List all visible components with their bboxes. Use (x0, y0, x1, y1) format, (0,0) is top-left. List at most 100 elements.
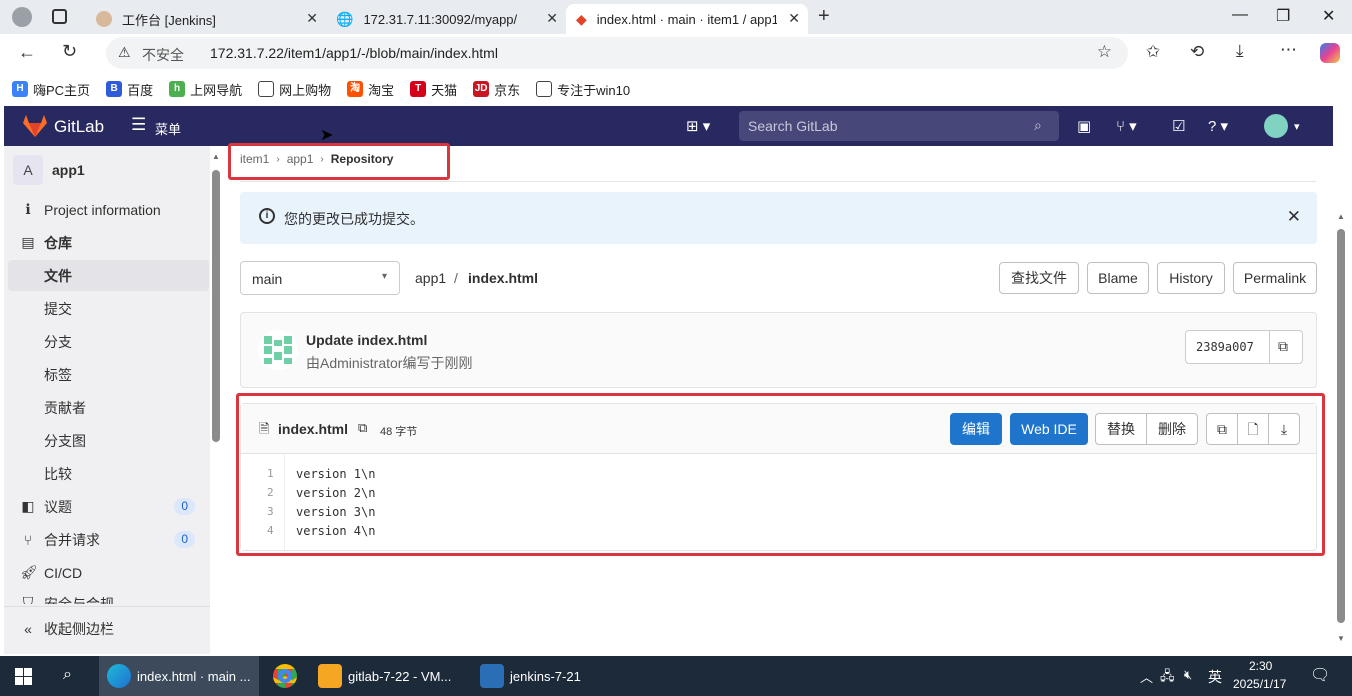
commit-sha[interactable]: 2389a007 (1196, 340, 1254, 354)
sidebar-item-cicd[interactable]: 🚀︎ CI/CD (8, 557, 209, 588)
last-commit-box: Update index.html 由Administrator编写于刚刚 23… (240, 312, 1317, 388)
search-icon[interactable]: ⌕ (63, 666, 72, 684)
warning-icon[interactable]: ⚠ (118, 44, 131, 61)
back-icon[interactable]: ← (18, 42, 36, 63)
bookmark-item[interactable]: h 上网导航 (169, 80, 242, 99)
clock-date[interactable]: 2025/1/17 (1233, 677, 1286, 691)
more-icon[interactable]: ⋯ (1280, 40, 1297, 60)
download-icon[interactable]: ⤓ (1236, 41, 1244, 61)
sidebar-item-compare[interactable]: 比较 (8, 458, 209, 489)
find-file-button[interactable]: 查找文件 (999, 262, 1079, 294)
branch-name: main (252, 271, 283, 287)
merge-requests-header-icon[interactable]: ⑂ ▾ (1116, 117, 1137, 135)
favorites-icon[interactable]: ✩ (1146, 42, 1160, 62)
chevron-down-icon[interactable]: ▾ (1294, 120, 1300, 133)
permalink-button[interactable]: Permalink (1233, 262, 1317, 294)
search-input[interactable]: Search GitLab (739, 111, 1059, 141)
new-item-icon[interactable]: ⊞ ▾ (686, 117, 710, 135)
search-icon[interactable]: ⌕ (1034, 117, 1042, 134)
sidebar-item-graph[interactable]: 分支图 (8, 425, 209, 456)
history-icon[interactable]: ⟲ (1190, 42, 1204, 62)
close-tab-icon[interactable]: ✕ (788, 10, 800, 27)
help-icon[interactable]: ? ▾ (1208, 117, 1228, 135)
sidebar-item-repository[interactable]: ▤ 仓库 (8, 227, 209, 258)
commit-title[interactable]: Update index.html (306, 332, 427, 348)
sidebar-scrollbar[interactable] (212, 170, 220, 442)
menu-button[interactable]: 菜单 (155, 119, 181, 138)
security-label[interactable]: 不安全 (142, 45, 184, 65)
bookmark-item[interactable]: H 嗨PC主页 (12, 80, 90, 99)
sidebar-divider (4, 606, 210, 607)
sidebar-item-issues[interactable]: ◧ 议题 0 (8, 491, 209, 522)
restore-icon[interactable]: ❐ (1276, 6, 1290, 26)
url-text[interactable]: 172.31.7.22/item1/app1/-/blob/main/index… (210, 45, 498, 61)
sidebar-item-branches[interactable]: 分支 (8, 326, 209, 357)
bookmark-item[interactable]: JD 京东 (473, 80, 520, 99)
taskbar: ⌕ index.html · main ... gitlab-7-22 - VM… (0, 656, 1352, 696)
taskbar-edge[interactable]: index.html · main ... (99, 656, 259, 696)
profile-avatar-icon[interactable] (12, 7, 32, 27)
tab-label: 工作台 [Jenkins] (122, 12, 216, 28)
copy-sha-icon[interactable]: ⧉ (1278, 338, 1288, 355)
bookmark-item[interactable]: T 天猫 (410, 80, 457, 99)
success-alert: i 您的更改已成功提交。 ✕ (240, 192, 1317, 244)
url-box[interactable]: ⚠ 不安全 172.31.7.22/item1/app1/-/blob/main… (106, 37, 1128, 69)
notification-icon[interactable]: 🗨︎ (1310, 665, 1330, 685)
scroll-up-icon[interactable]: ▲ (1337, 212, 1345, 221)
sidebar-item-security[interactable]: ⛉ 安全与合规 (8, 590, 209, 604)
file-viewer-highlight (236, 393, 1325, 556)
taskbar-vmware[interactable]: gitlab-7-22 - VM... (310, 656, 466, 696)
reload-icon[interactable]: ↻ (62, 41, 77, 62)
branch-dropdown[interactable]: main ▾ (240, 261, 400, 295)
sidebar-item-tags[interactable]: 标签 (8, 359, 209, 390)
tab-gitlab-index[interactable]: ◆ index.html · main · item1 / app1 · ✕ (566, 4, 808, 34)
taskbar-jenkins-terminal[interactable]: jenkins-7-21 (472, 656, 626, 696)
collapse-sidebar-button[interactable]: «收起侧边栏 (8, 613, 209, 644)
close-tab-icon[interactable]: ✕ (306, 10, 318, 27)
sidebar-item-contributors[interactable]: 贡献者 (8, 392, 209, 423)
ime-indicator[interactable]: 英 (1208, 667, 1222, 687)
taskbar-chrome[interactable] (265, 656, 305, 696)
new-tab-icon[interactable]: + (818, 5, 830, 28)
volume-muted-icon[interactable]: 🔇︎ (1184, 667, 1192, 683)
copilot-icon[interactable] (1320, 43, 1340, 63)
mouse-cursor-icon: ➤ (320, 127, 334, 144)
blame-button[interactable]: Blame (1087, 262, 1149, 294)
gitlab-brand[interactable]: GitLab (54, 117, 104, 137)
sidebar-item-merge-requests[interactable]: ⑂ 合并请求 0 (8, 524, 209, 555)
page-scrollbar[interactable] (1337, 229, 1345, 623)
sidebar-item-project-information[interactable]: ℹ Project information (8, 194, 209, 225)
issues-header-icon[interactable]: ▣ (1077, 117, 1091, 135)
close-icon[interactable]: ✕ (1287, 207, 1301, 227)
commit-author-avatar[interactable] (258, 330, 298, 370)
bookmark-item[interactable]: 网上购物 (258, 80, 331, 99)
scroll-down-icon[interactable]: ▼ (1337, 634, 1345, 643)
globe-icon: 🌐 (336, 10, 354, 27)
sidebar-item-commits[interactable]: 提交 (8, 293, 209, 324)
project-name[interactable]: app1 (52, 162, 85, 178)
close-tab-icon[interactable]: ✕ (546, 10, 558, 27)
minimize-icon[interactable]: — (1232, 6, 1248, 24)
main-content: item1 › app1 › Repository i 您的更改已成功提交。 ✕… (224, 143, 1332, 654)
history-button[interactable]: History (1157, 262, 1225, 294)
bookmark-item[interactable]: 淘淘宝 (347, 80, 394, 99)
project-avatar[interactable]: A (13, 155, 43, 185)
user-avatar[interactable] (1264, 114, 1288, 138)
tab-actions-icon[interactable] (52, 9, 67, 24)
bookmark-item[interactable]: 专注于win10 (536, 80, 630, 99)
clock-time[interactable]: 2:30 (1249, 659, 1272, 673)
gitlab-logo-icon[interactable] (22, 114, 48, 138)
favorite-star-icon[interactable]: ☆ (1097, 42, 1112, 62)
network-icon[interactable]: 🖧︎ (1160, 667, 1175, 689)
windows-start-icon[interactable] (15, 668, 32, 685)
path-directory[interactable]: app1 (415, 270, 446, 286)
sidebar-item-files[interactable]: 文件 (8, 260, 209, 291)
scroll-up-icon[interactable]: ▲ (212, 152, 220, 161)
tab-myapp[interactable]: 🌐 172.31.7.11:30092/myapp/ ✕ (326, 4, 566, 34)
tab-jenkins[interactable]: 工作台 [Jenkins] ✕ (86, 4, 326, 34)
hamburger-icon[interactable]: ☰ (131, 115, 146, 135)
window-close-icon[interactable]: ✕ (1322, 6, 1335, 26)
bookmark-item[interactable]: B 百度 (106, 80, 153, 99)
chevron-up-icon[interactable]: ︿ (1140, 667, 1153, 686)
todo-icon[interactable]: ☑ (1172, 117, 1185, 135)
